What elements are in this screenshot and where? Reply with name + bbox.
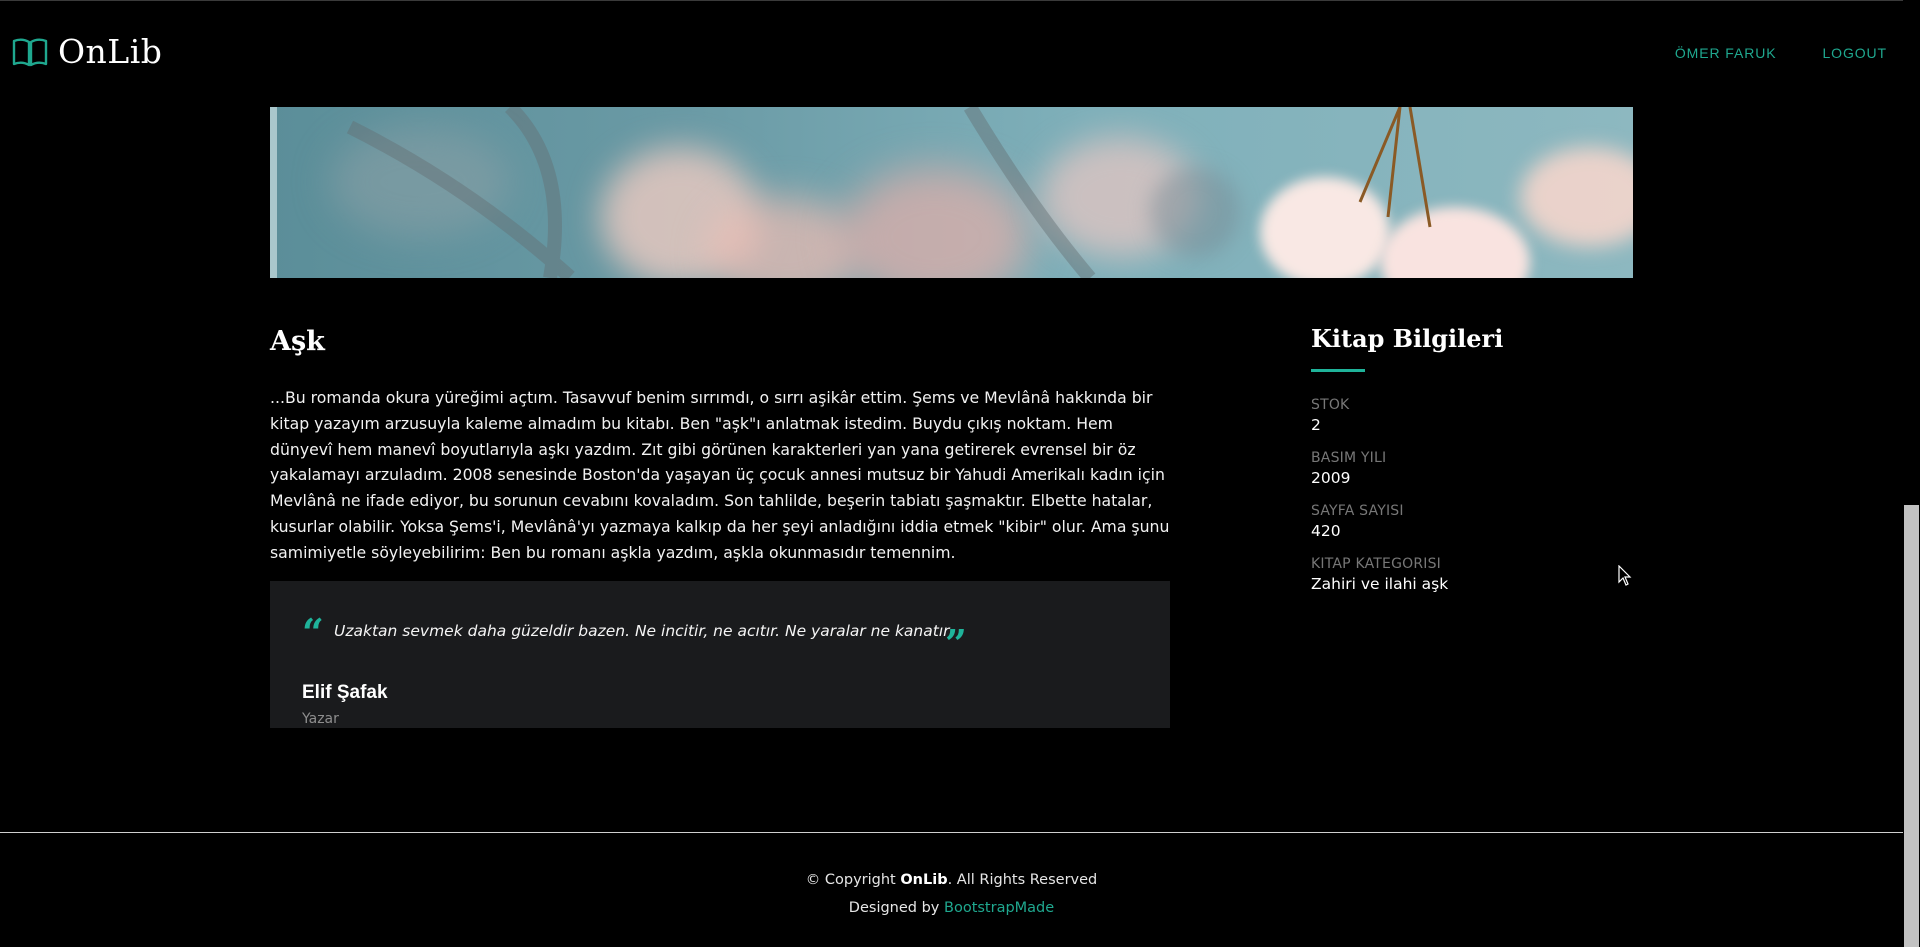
book-info-sidebar: Kitap Bilgileri STOK 2 BASIM YILI 2009 S…	[1311, 324, 1631, 609]
mouse-cursor-icon	[1618, 565, 1632, 586]
info-item-year: BASIM YILI 2009	[1311, 450, 1631, 487]
info-value: Zahiri ve ilahi aşk	[1311, 575, 1449, 593]
book-open-icon	[12, 38, 48, 66]
copyright-suffix: . All Rights Reserved	[947, 872, 1098, 888]
designer-link[interactable]: BootstrapMade	[944, 900, 1054, 916]
banner-branches	[346, 107, 1432, 278]
brand-logo[interactable]: OnLib	[12, 32, 162, 71]
info-item-category: KITAP KATEGORISI Zahiri ve ilahi aşk	[1311, 556, 1631, 593]
quote-close-icon: ”	[945, 621, 967, 666]
footer-divider	[0, 832, 1903, 833]
quote-text: Uzaktan sevmek daha güzeldir bazen. Ne i…	[334, 622, 950, 640]
info-item-stock: STOK 2	[1311, 397, 1631, 434]
quote-card: “ Uzaktan sevmek daha güzeldir bazen. Ne…	[270, 581, 1170, 728]
copyright-prefix: © Copyright	[805, 872, 901, 888]
footer-brand: OnLib	[900, 872, 948, 888]
info-item-pages: SAYFA SAYISI 420	[1311, 503, 1631, 540]
book-title: Aşk	[270, 326, 325, 357]
nav-user-link[interactable]: ÖMER FARUK	[1675, 45, 1777, 61]
book-description: ...Bu romanda okura yüreğimi açtım. Tasa…	[270, 388, 1170, 562]
sidebar-title-underline	[1311, 369, 1365, 372]
brand-name: OnLib	[58, 32, 163, 71]
top-nav: ÖMER FARUK LOGOUT	[1675, 45, 1887, 61]
book-info-list: STOK 2 BASIM YILI 2009 SAYFA SAYISI 420 …	[1311, 397, 1631, 593]
info-label: STOK	[1311, 397, 1350, 413]
info-value: 2	[1311, 416, 1321, 434]
footer-credits: Designed by BootstrapMade	[0, 894, 1903, 922]
quote-author: Elif Şafak	[302, 682, 388, 703]
info-value: 2009	[1311, 469, 1351, 487]
designed-by-text: Designed by	[848, 900, 944, 916]
site-footer: © Copyright OnLib. All Rights Reserved D…	[0, 866, 1903, 922]
info-label: SAYFA SAYISI	[1311, 503, 1404, 519]
book-banner-image	[270, 107, 1633, 278]
info-label: BASIM YILI	[1311, 450, 1387, 466]
sidebar-title: Kitap Bilgileri	[1311, 324, 1504, 353]
scrollbar-thumb[interactable]	[1904, 505, 1919, 947]
quote-open-icon: “	[302, 610, 324, 655]
site-header: OnLib ÖMER FARUK LOGOUT	[0, 0, 1903, 107]
info-value: 420	[1311, 522, 1341, 540]
info-label: KITAP KATEGORISI	[1311, 556, 1442, 572]
nav-logout-link[interactable]: LOGOUT	[1822, 45, 1887, 61]
quote-author-role: Yazar	[302, 711, 339, 727]
footer-copyright: © Copyright OnLib. All Rights Reserved	[0, 866, 1903, 894]
